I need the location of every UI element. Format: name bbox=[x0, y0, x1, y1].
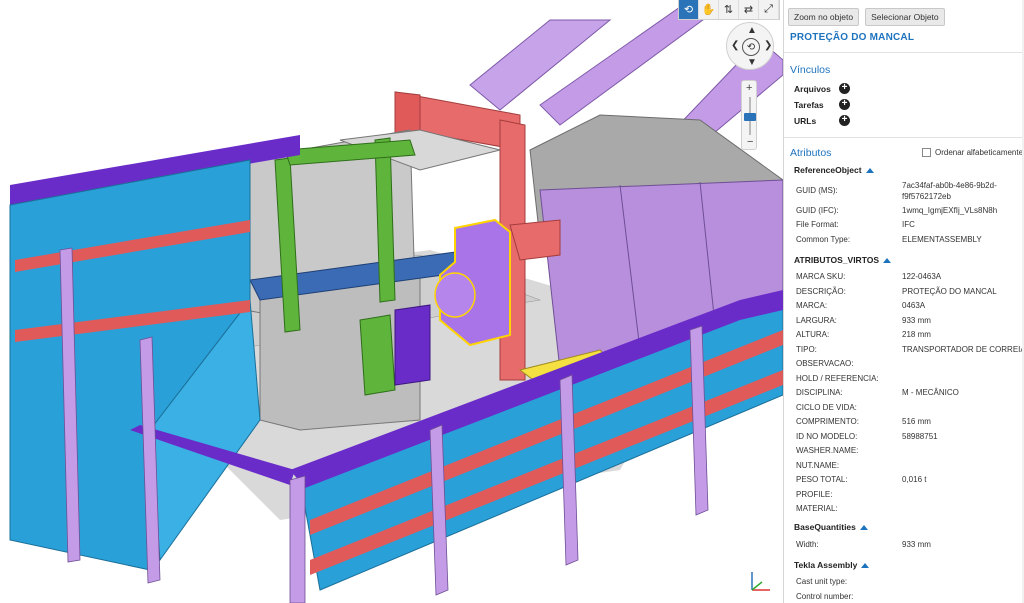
prop-key: GUID (MS): bbox=[796, 186, 838, 195]
link-files[interactable]: Arquivos + bbox=[794, 83, 850, 94]
fit-button[interactable]: ⤢ bbox=[759, 0, 779, 19]
prop-key: OBSERVACAO: bbox=[796, 359, 854, 368]
prop-key: NUT.NAME: bbox=[796, 461, 840, 470]
model-viewport[interactable]: ⟲ ✋ ⇅ ⇄ ⤢ ▲ ▼ ❮ ❯ ⟲ + − bbox=[0, 0, 783, 603]
divider bbox=[784, 137, 1024, 138]
prop-key: DISCIPLINA: bbox=[796, 388, 843, 397]
prop-value: 58988751 bbox=[902, 432, 938, 441]
object-title: PROTEÇÃO DO MANCAL bbox=[790, 32, 915, 43]
swap-icon: ⇄ bbox=[743, 4, 754, 16]
prop-key: COMPRIMENTO: bbox=[796, 417, 859, 426]
zoom-out-icon[interactable]: − bbox=[747, 136, 753, 148]
zoom-thumb[interactable] bbox=[744, 113, 756, 121]
divider bbox=[784, 52, 1024, 53]
orbit-icon: ⟲ bbox=[683, 4, 694, 16]
nav-left-icon[interactable]: ❮ bbox=[731, 40, 739, 51]
group-reference-object-title: ReferenceObject bbox=[794, 165, 862, 175]
prop-key: ALTURA: bbox=[796, 330, 830, 339]
add-file-icon[interactable]: + bbox=[839, 83, 850, 94]
group-tekla-assembly[interactable]: Tekla Assembly bbox=[794, 560, 870, 570]
pan-button[interactable]: ✋ bbox=[699, 0, 719, 19]
prop-value: 0,016 t bbox=[902, 475, 927, 484]
zoom-to-object-button[interactable]: Zoom no objeto bbox=[788, 8, 860, 26]
prop-key: TIPO: bbox=[796, 345, 817, 354]
prop-value: 122-0463A bbox=[902, 272, 942, 281]
link-tasks-label: Tarefas bbox=[794, 100, 824, 110]
group-base-quantities-title: BaseQuantities bbox=[794, 522, 856, 532]
prop-key: Width: bbox=[796, 540, 819, 549]
add-task-icon[interactable]: + bbox=[839, 99, 850, 110]
prop-key: Common Type: bbox=[796, 235, 851, 244]
view-toolbar: ⟲ ✋ ⇅ ⇄ ⤢ bbox=[678, 0, 780, 20]
link-urls-label: URLs bbox=[794, 116, 817, 126]
group-base-quantities[interactable]: BaseQuantities bbox=[794, 522, 868, 532]
add-url-icon[interactable]: + bbox=[839, 115, 850, 126]
link-urls[interactable]: URLs + bbox=[794, 115, 850, 126]
prop-key: ID NO MODELO: bbox=[796, 432, 858, 441]
prop-value: 7ac34faf-ab0b-4e86-9b2d- bbox=[902, 181, 997, 190]
prop-key: Control number: bbox=[796, 592, 854, 601]
group-atributos-virtos-title: ATRIBUTOS_VIRTOS bbox=[794, 255, 880, 265]
select-object-button[interactable]: Selecionar Objeto bbox=[865, 8, 945, 26]
nav-orbit-icon[interactable]: ⟲ bbox=[742, 38, 760, 56]
prop-value: 218 mm bbox=[902, 330, 931, 339]
orbit-button[interactable]: ⟲ bbox=[679, 0, 699, 19]
collapse-icon[interactable] bbox=[865, 167, 874, 173]
nav-right-icon[interactable]: ❯ bbox=[764, 40, 772, 51]
attributes-section-title: Atributos bbox=[790, 147, 832, 159]
collapse-icon[interactable] bbox=[883, 257, 892, 263]
zoom-slider[interactable]: + − bbox=[741, 80, 757, 150]
links-section-title: Vínculos bbox=[790, 64, 831, 76]
link-files-label: Arquivos bbox=[794, 84, 831, 94]
prop-key: PROFILE: bbox=[796, 490, 833, 499]
collapse-icon[interactable] bbox=[861, 562, 870, 568]
prop-value: ELEMENTASSEMBLY bbox=[902, 235, 982, 244]
pan-icon: ✋ bbox=[701, 4, 716, 16]
prop-key: GUID (IFC): bbox=[796, 206, 839, 215]
prop-key: MARCA SKU: bbox=[796, 272, 846, 281]
prop-key: PESO TOTAL: bbox=[796, 475, 848, 484]
nav-down-icon[interactable]: ▼ bbox=[747, 57, 757, 68]
bearing-part bbox=[394, 304, 431, 386]
prop-value: M - MECÂNICO bbox=[902, 388, 959, 397]
prop-key: HOLD / REFERENCIA: bbox=[796, 374, 879, 383]
swap-button[interactable]: ⇄ bbox=[739, 0, 759, 19]
prop-value: 1wmq_IgmjEXfIj_VLs8N8h bbox=[902, 206, 998, 215]
prop-key: MATERIAL: bbox=[796, 504, 838, 513]
nav-up-icon[interactable]: ▲ bbox=[747, 25, 757, 36]
properties-panel: Zoom no objeto Selecionar Objeto PROTEÇÃ… bbox=[783, 0, 1024, 603]
navigation-wheel[interactable]: ▲ ▼ ❮ ❯ ⟲ bbox=[726, 22, 774, 70]
prop-value: 933 mm bbox=[902, 540, 931, 549]
selected-object[interactable] bbox=[434, 218, 511, 347]
3d-model-render[interactable] bbox=[0, 0, 783, 603]
axis-gizmo-icon bbox=[751, 572, 770, 591]
sort-alpha-label: Ordenar alfabeticamente bbox=[935, 148, 1024, 157]
prop-value: 516 mm bbox=[902, 417, 931, 426]
prop-value: IFC bbox=[902, 220, 915, 229]
link-tasks[interactable]: Tarefas + bbox=[794, 99, 850, 110]
zoom-in-icon[interactable]: + bbox=[746, 82, 752, 94]
prop-key: CICLO DE VIDA: bbox=[796, 403, 857, 412]
panel-actions: Zoom no objeto Selecionar Objeto bbox=[788, 8, 945, 26]
sort-alpha-toggle[interactable]: Ordenar alfabeticamente bbox=[922, 148, 1023, 157]
walk-icon: ⇅ bbox=[723, 4, 734, 16]
prop-value: TRANSPORTADOR DE CORREIA bbox=[902, 345, 1024, 354]
prop-key: MARCA: bbox=[796, 301, 828, 310]
prop-key: Cast unit type: bbox=[796, 577, 848, 586]
prop-value: 933 mm bbox=[902, 316, 931, 325]
group-tekla-assembly-title: Tekla Assembly bbox=[794, 560, 858, 570]
prop-value: PROTEÇÃO DO MANCAL bbox=[902, 287, 997, 296]
prop-key: LARGURA: bbox=[796, 316, 837, 325]
collapse-icon[interactable] bbox=[859, 524, 868, 530]
sort-alpha-checkbox[interactable] bbox=[922, 148, 931, 157]
walk-button[interactable]: ⇅ bbox=[719, 0, 739, 19]
prop-value: f9f5762172eb bbox=[902, 192, 951, 201]
group-atributos-virtos[interactable]: ATRIBUTOS_VIRTOS bbox=[794, 255, 892, 265]
group-reference-object[interactable]: ReferenceObject bbox=[794, 165, 874, 175]
prop-key: DESCRIÇÃO: bbox=[796, 287, 846, 296]
fit-icon: ⤢ bbox=[764, 3, 773, 15]
prop-key: File Format: bbox=[796, 220, 839, 229]
prop-key: WASHER.NAME: bbox=[796, 446, 859, 455]
prop-value: 0463A bbox=[902, 301, 926, 310]
